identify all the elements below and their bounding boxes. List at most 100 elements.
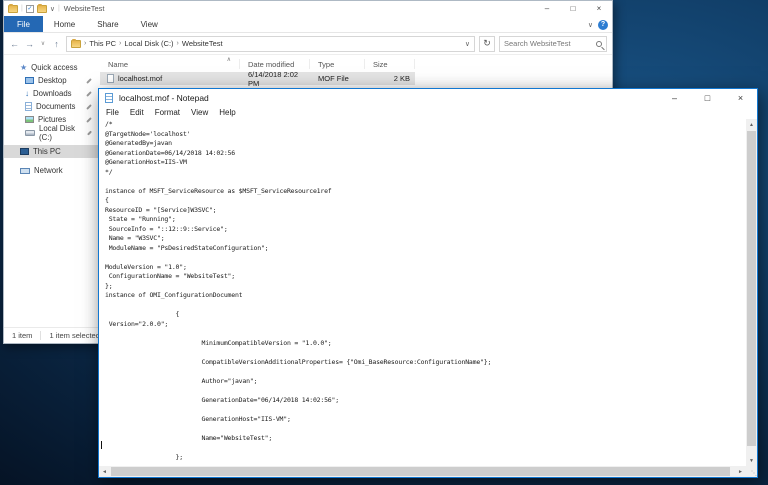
breadcrumb-this-pc[interactable]: This PC xyxy=(89,39,116,48)
sidebar-item-network[interactable]: Network xyxy=(4,164,100,177)
sidebar-item-label: Local Disk (C:) xyxy=(39,124,83,142)
column-label: Size xyxy=(373,60,388,69)
network-icon xyxy=(20,168,30,174)
address-dropdown-icon[interactable]: ∨ xyxy=(465,40,470,48)
computer-icon xyxy=(20,148,29,155)
column-header-size[interactable]: Size xyxy=(365,59,415,69)
scroll-right-icon[interactable]: ► xyxy=(735,466,746,477)
desktop-icon xyxy=(25,77,34,84)
breadcrumb-websitetest[interactable]: WebsiteTest xyxy=(182,39,223,48)
scroll-down-icon[interactable]: ▼ xyxy=(746,455,757,466)
notepad-text-area[interactable]: /* @TargetNode='localhost' @GeneratedBy=… xyxy=(99,119,746,466)
refresh-icon[interactable]: ↻ xyxy=(479,36,495,52)
sidebar-item-documents[interactable]: Documents xyxy=(4,100,100,113)
pin-icon xyxy=(86,117,92,123)
text-caret xyxy=(101,441,102,449)
pin-icon xyxy=(87,130,92,135)
qat-separator: | xyxy=(21,5,23,12)
help-button[interactable]: ? xyxy=(598,20,608,30)
notepad-menubar: File Edit Format View Help xyxy=(99,106,757,119)
close-button[interactable]: × xyxy=(586,1,612,16)
file-row-localhost-mof[interactable]: localhost.mof 6/14/2018 2:02 PM MOF File… xyxy=(100,72,415,85)
notepad-app-icon xyxy=(105,93,113,103)
star-icon: ★ xyxy=(20,64,27,72)
menu-view[interactable]: View xyxy=(191,108,208,117)
file-name: localhost.mof xyxy=(118,74,162,83)
column-header-name[interactable]: Name ∧ xyxy=(100,59,240,69)
breadcrumb-separator: › xyxy=(177,40,179,47)
file-icon xyxy=(107,74,114,83)
scroll-up-icon[interactable]: ▲ xyxy=(746,119,757,130)
pin-icon xyxy=(86,104,92,110)
menu-help[interactable]: Help xyxy=(219,108,235,117)
vertical-scrollbar[interactable]: ▲ ▼ xyxy=(746,119,757,466)
maximize-button[interactable]: □ xyxy=(691,89,724,106)
file-type: MOF File xyxy=(310,74,365,83)
forward-icon[interactable]: → xyxy=(24,39,35,49)
ribbon-tabs: File Home Share View ∨ ? xyxy=(4,16,612,33)
file-date-modified: 6/14/2018 2:02 PM xyxy=(240,70,310,88)
sidebar-item-downloads[interactable]: ↓ Downloads xyxy=(4,87,100,100)
column-header-date-modified[interactable]: Date modified xyxy=(240,59,310,69)
quick-access-toolbar: | ✓ ∨ | xyxy=(8,5,60,13)
minimize-button[interactable]: – xyxy=(658,89,691,106)
sidebar-item-label: Documents xyxy=(36,102,75,111)
vertical-scroll-thumb[interactable] xyxy=(747,131,756,446)
menu-file[interactable]: File xyxy=(106,108,119,117)
tab-share[interactable]: Share xyxy=(86,16,129,32)
search-icon xyxy=(596,41,602,47)
column-headers: Name ∧ Date modified Type Size xyxy=(100,57,612,71)
tab-view[interactable]: View xyxy=(130,16,169,32)
back-icon[interactable]: ← xyxy=(9,39,20,49)
breadcrumb-local-disk[interactable]: Local Disk (C:) xyxy=(124,39,173,48)
sidebar-item-label: Desktop xyxy=(38,76,67,85)
sidebar-item-quick-access[interactable]: ★ Quick access xyxy=(4,61,100,74)
file-size: 2 KB xyxy=(365,74,415,83)
recent-locations-icon[interactable]: ∨ xyxy=(39,40,47,47)
column-header-type[interactable]: Type xyxy=(310,59,365,69)
explorer-titlebar[interactable]: | ✓ ∨ | WebsiteTest – □ × xyxy=(4,1,612,16)
resize-grip[interactable]: ⋱ xyxy=(746,466,757,477)
address-bar[interactable]: › This PC › Local Disk (C:) › WebsiteTes… xyxy=(66,36,475,52)
search-box[interactable] xyxy=(499,36,607,52)
menu-edit[interactable]: Edit xyxy=(130,108,144,117)
folder-icon xyxy=(71,40,81,48)
sidebar-item-local-disk[interactable]: Local Disk (C:) xyxy=(4,126,100,139)
sidebar-item-desktop[interactable]: Desktop xyxy=(4,74,100,87)
sidebar-item-label: This PC xyxy=(33,147,61,156)
column-label: Date modified xyxy=(248,60,294,69)
column-label: Type xyxy=(318,60,334,69)
up-icon[interactable]: ↑ xyxy=(51,39,62,49)
maximize-button[interactable]: □ xyxy=(560,1,586,16)
tab-file[interactable]: File xyxy=(4,16,43,32)
properties-icon[interactable]: ✓ xyxy=(26,5,34,13)
explorer-window-title: WebsiteTest xyxy=(64,4,105,13)
scroll-left-icon[interactable]: ◄ xyxy=(99,466,110,477)
qat-customize-icon[interactable]: ∨ xyxy=(50,5,55,13)
pictures-icon xyxy=(25,116,34,123)
sidebar-item-this-pc[interactable]: This PC xyxy=(4,145,100,158)
drive-icon xyxy=(25,130,35,136)
notepad-titlebar[interactable]: localhost.mof - Notepad – □ × xyxy=(99,89,757,106)
pin-icon xyxy=(86,78,92,84)
new-folder-icon[interactable] xyxy=(37,5,47,13)
navigation-toolbar: ← → ∨ ↑ › This PC › Local Disk (C:) › We… xyxy=(4,33,612,55)
explorer-app-icon xyxy=(8,5,18,13)
pin-icon xyxy=(86,91,92,97)
horizontal-scroll-thumb[interactable] xyxy=(111,467,730,476)
notepad-window: localhost.mof - Notepad – □ × File Edit … xyxy=(98,88,758,478)
sidebar-item-label: Network xyxy=(34,166,63,175)
horizontal-scrollbar[interactable]: ◄ ► xyxy=(99,466,746,477)
tab-home[interactable]: Home xyxy=(43,16,86,32)
menu-format[interactable]: Format xyxy=(155,108,180,117)
minimize-button[interactable]: – xyxy=(534,1,560,16)
breadcrumb-separator: › xyxy=(84,40,86,47)
mof-file-content: /* @TargetNode='localhost' @GeneratedBy=… xyxy=(99,119,746,462)
close-button[interactable]: × xyxy=(724,89,757,106)
item-count: 1 item xyxy=(4,331,40,340)
ribbon-collapse-icon[interactable]: ∨ xyxy=(588,21,593,29)
search-input[interactable] xyxy=(504,39,596,48)
navigation-pane: ★ Quick access Desktop ↓ Downloads Docum… xyxy=(4,55,100,311)
sidebar-item-label: Downloads xyxy=(33,89,72,98)
notepad-window-title: localhost.mof - Notepad xyxy=(119,93,209,103)
